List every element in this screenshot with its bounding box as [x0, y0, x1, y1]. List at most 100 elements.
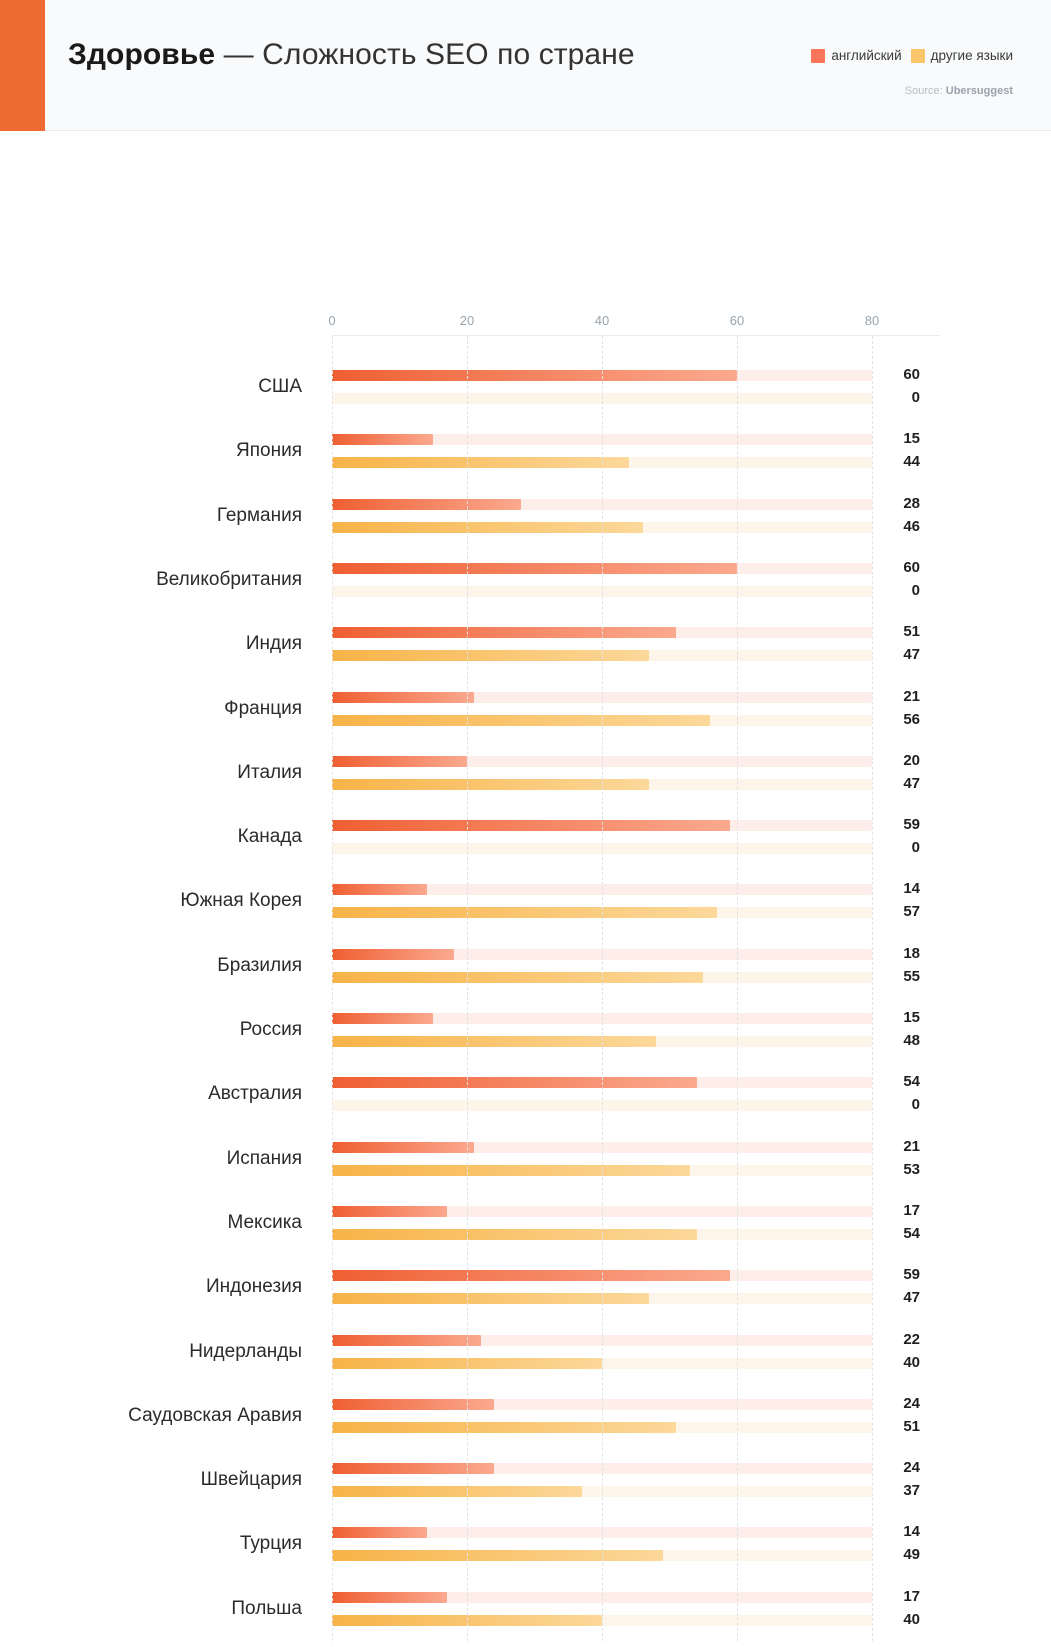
chart-legend: английский другие языки — [811, 48, 1013, 63]
chart-row[interactable]: Швейцария 24 37 — [0, 1454, 1051, 1518]
chart-row[interactable]: Бразилия 18 55 — [0, 940, 1051, 1004]
bar-fill-oth[interactable] — [332, 1421, 677, 1433]
bar-fill-en[interactable] — [332, 948, 454, 960]
bar-value-oth: 44 — [903, 453, 920, 471]
bar-fill-en[interactable] — [332, 1013, 434, 1024]
bar-fill-en[interactable] — [332, 1334, 481, 1346]
bar-value-en: 59 — [903, 1266, 920, 1284]
chart-row[interactable]: Мексика 17 54 — [0, 1197, 1051, 1261]
bar-fill-en[interactable] — [332, 562, 737, 574]
chart-row[interactable]: Польша 17 40 — [0, 1583, 1051, 1647]
bar-value-oth: 0 — [911, 389, 920, 406]
row-label-country: Великобритания — [156, 568, 302, 590]
bar-fill-oth[interactable] — [332, 971, 704, 983]
bar-value-en: 28 — [903, 494, 920, 512]
legend-item-other[interactable]: другие языки — [910, 48, 1013, 63]
bar-fill-oth[interactable] — [332, 1550, 663, 1562]
chart-row[interactable]: Турция 14 49 — [0, 1518, 1051, 1582]
bar-value-oth: 0 — [911, 839, 920, 857]
chart-row[interactable]: Великобритания 60 0 — [0, 554, 1051, 618]
bar-fill-oth[interactable] — [332, 1486, 582, 1498]
bar-fill-en[interactable] — [332, 1398, 494, 1410]
bar-fill-oth[interactable] — [332, 907, 717, 919]
bar-fill-en[interactable] — [332, 755, 467, 767]
bar-value-en: 60 — [903, 558, 920, 576]
legend-label-other: другие языки — [930, 48, 1013, 63]
row-label-country: Индонезия — [205, 1276, 302, 1298]
bar-fill-en[interactable] — [332, 498, 521, 510]
row-label-country: Саудовская Аравия — [128, 1404, 302, 1426]
bar-fill-en[interactable] — [332, 1141, 474, 1153]
bar-fill-oth[interactable] — [332, 1228, 697, 1240]
bar-fill-en[interactable] — [332, 1463, 494, 1475]
chart-row[interactable]: Саудовская Аравия 24 51 — [0, 1390, 1051, 1454]
bar-value-en: 14 — [903, 880, 920, 898]
bar-fill-en[interactable] — [332, 627, 677, 639]
row-label-country: Южная Корея — [180, 890, 302, 912]
chart-row[interactable]: Япония 15 44 — [0, 425, 1051, 489]
title-category: Здоровье — [68, 38, 216, 71]
bar-value-en: 54 — [903, 1073, 920, 1091]
title-rest: — Сложность SEO по стране — [215, 38, 635, 71]
bar-value-en: 22 — [903, 1330, 920, 1348]
row-label-country: Япония — [236, 440, 302, 462]
row-label-country: Италия — [237, 761, 302, 783]
bar-fill-en[interactable] — [332, 820, 731, 832]
bar-value-oth: 40 — [903, 1353, 920, 1371]
bar-value-oth: 56 — [903, 710, 920, 728]
row-label-country: Россия — [239, 1019, 302, 1040]
gridline — [737, 336, 738, 1641]
bar-fill-en[interactable] — [332, 1270, 731, 1282]
bar-value-en: 18 — [903, 944, 920, 962]
gridline — [872, 336, 873, 1641]
bar-fill-en[interactable] — [332, 1527, 427, 1539]
chart-row[interactable]: Австралия 54 0 — [0, 1068, 1051, 1132]
page-title: Здоровье — Сложность SEO по стране — [68, 38, 635, 72]
source-prefix: Source: — [904, 85, 946, 97]
accent-bar — [0, 0, 45, 131]
chart-row[interactable]: Южная Корея 14 57 — [0, 875, 1051, 939]
chart-row[interactable]: Италия 20 47 — [0, 747, 1051, 811]
bar-fill-en[interactable] — [332, 1077, 697, 1089]
bar-value-en: 24 — [903, 1459, 920, 1477]
bar-value-oth: 51 — [903, 1417, 920, 1435]
bar-value-en: 21 — [903, 687, 920, 705]
row-label-country: США — [258, 376, 302, 397]
legend-swatch-icon-other — [910, 48, 925, 63]
row-label-country: Нидерланды — [189, 1340, 302, 1362]
row-label-country: Канада — [237, 826, 302, 848]
bar-fill-oth[interactable] — [332, 714, 710, 726]
chart-row[interactable]: Индия 51 47 — [0, 618, 1051, 682]
bar-fill-en[interactable] — [332, 370, 737, 381]
chart-row[interactable]: США 60 0 — [0, 361, 1051, 425]
bar-fill-en[interactable] — [332, 434, 434, 446]
bar-fill-oth[interactable] — [332, 1036, 656, 1047]
bar-fill-en[interactable] — [332, 884, 427, 896]
bar-fill-en[interactable] — [332, 691, 474, 703]
bar-fill-en[interactable] — [332, 1591, 447, 1603]
chart-row[interactable]: Германия 28 46 — [0, 490, 1051, 554]
chart-row[interactable]: Испания 21 53 — [0, 1133, 1051, 1197]
chart-row[interactable]: Франция 21 56 — [0, 683, 1051, 747]
bar-fill-en[interactable] — [332, 1205, 447, 1217]
bar-fill-oth[interactable] — [332, 457, 629, 469]
bar-value-en: 14 — [903, 1523, 920, 1541]
bar-value-oth: 55 — [903, 967, 920, 985]
row-label-country: Германия — [216, 504, 302, 526]
chart-row[interactable]: Нидерланды 22 40 — [0, 1326, 1051, 1390]
chart-row[interactable]: Россия 15 48 — [0, 1004, 1051, 1068]
bar-fill-oth[interactable] — [332, 521, 643, 533]
bar-value-en: 15 — [903, 1009, 920, 1026]
chart-header: Здоровье — Сложность SEO по стране англи… — [0, 0, 1051, 131]
chart-row[interactable]: Индонезия 59 47 — [0, 1261, 1051, 1325]
bar-value-oth: 57 — [903, 903, 920, 921]
bar-value-en: 17 — [903, 1201, 920, 1219]
bar-fill-oth[interactable] — [332, 1164, 690, 1176]
row-label-country: Франция — [224, 697, 302, 719]
bar-value-en: 60 — [903, 366, 920, 383]
chart-row[interactable]: Канада 59 0 — [0, 811, 1051, 875]
row-label-country: Индия — [245, 633, 302, 655]
bar-value-oth: 48 — [903, 1032, 920, 1049]
legend-item-english[interactable]: английский — [811, 48, 902, 63]
legend-swatch-icon-english — [811, 48, 826, 63]
